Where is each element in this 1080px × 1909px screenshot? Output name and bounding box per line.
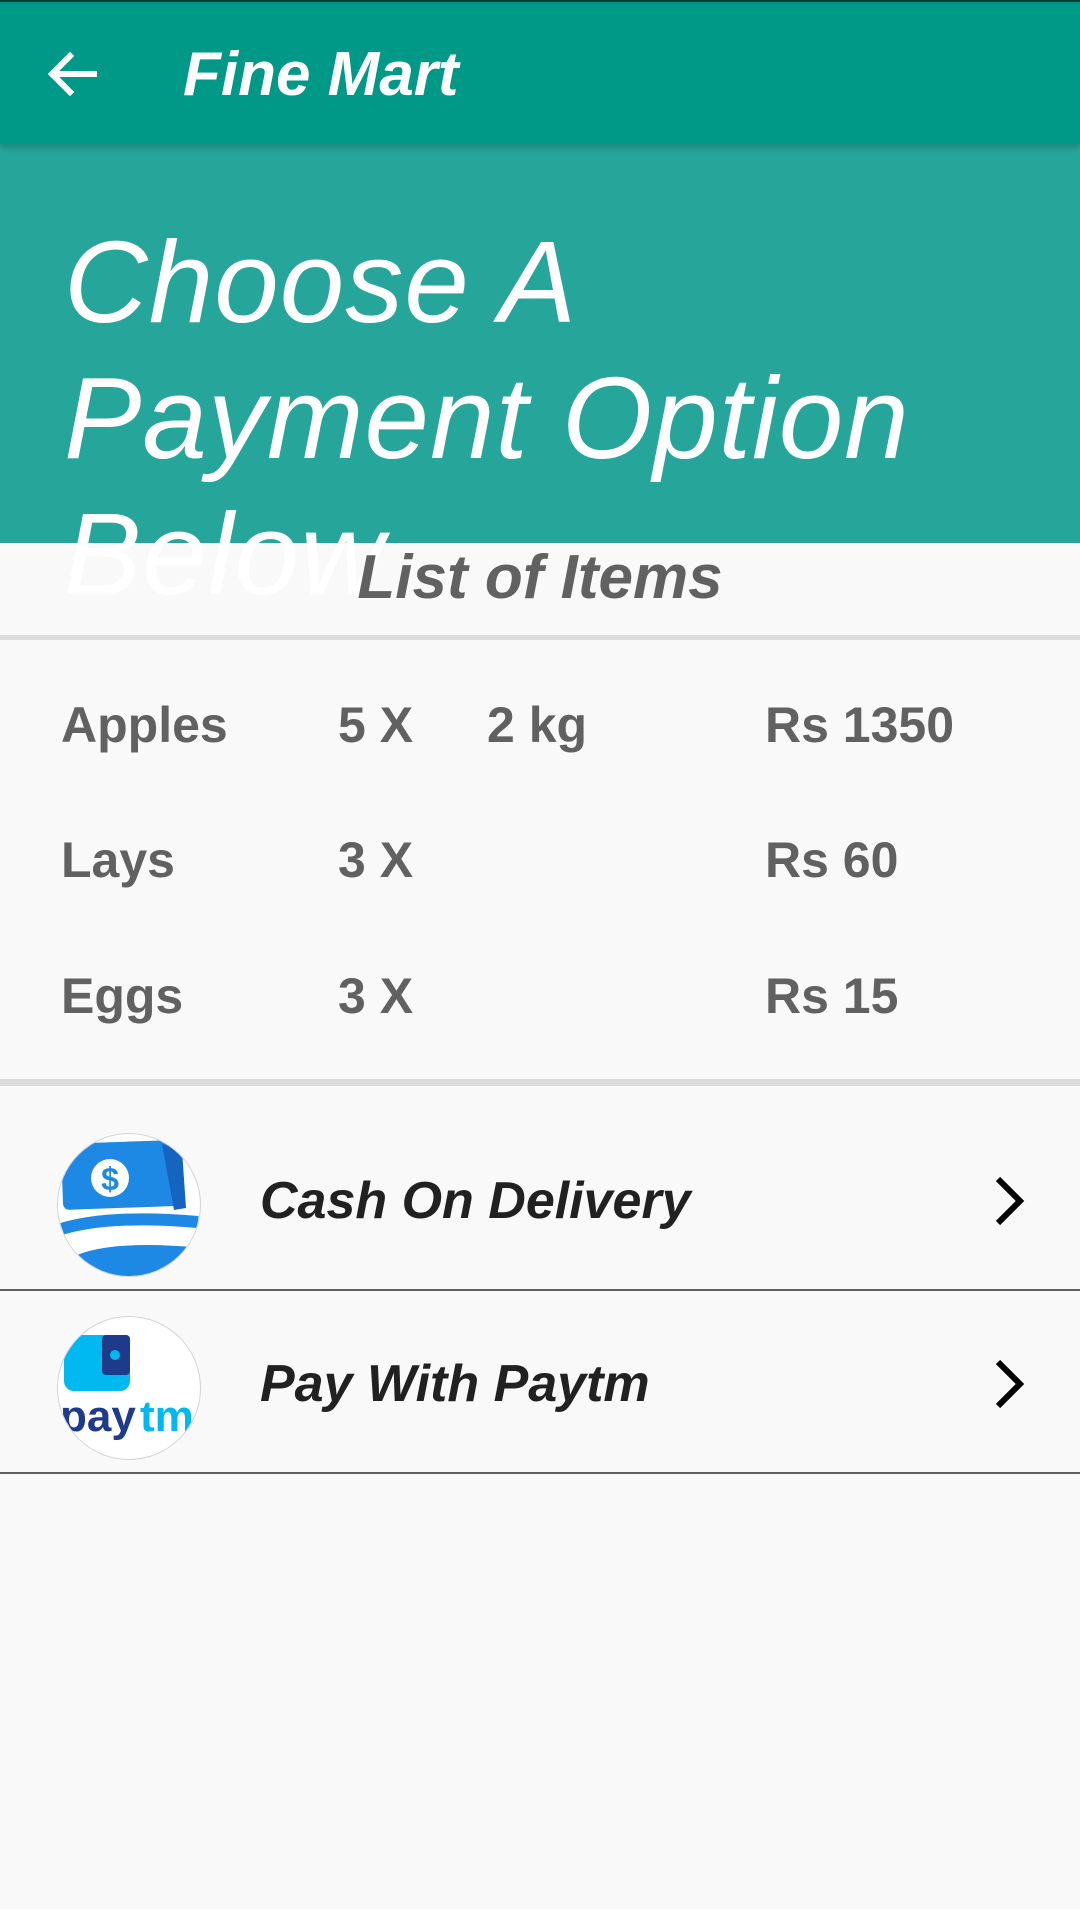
item-quantity: 3 X bbox=[338, 832, 414, 888]
cash-icon: $ bbox=[57, 1133, 201, 1277]
payment-banner: Choose A Payment Option Below bbox=[0, 144, 1080, 619]
app-toolbar: Fine Mart bbox=[0, 0, 1080, 144]
item-weight: 2 kg bbox=[487, 697, 588, 753]
paytm-logo-tm: tm bbox=[140, 1392, 194, 1441]
item-price: Rs 15 bbox=[765, 968, 899, 1024]
cash-on-delivery-option[interactable]: $ Cash On Delivery bbox=[0, 1111, 1080, 1291]
item-row: Apples 5 X 2 kg Rs 1350 bbox=[0, 685, 1080, 765]
paytm-logo-icon: pay tm bbox=[57, 1316, 201, 1460]
svg-text:$: $ bbox=[101, 1161, 119, 1197]
item-price: Rs 1350 bbox=[765, 697, 955, 753]
toolbar-title: Fine Mart bbox=[183, 40, 459, 109]
item-price: Rs 60 bbox=[765, 832, 899, 888]
divider bbox=[0, 1079, 1080, 1086]
back-button[interactable] bbox=[30, 32, 114, 116]
item-name: Apples bbox=[61, 697, 228, 753]
item-quantity: 3 X bbox=[338, 968, 414, 1024]
chevron-right-icon bbox=[995, 1359, 1025, 1409]
cash-on-delivery-label: Cash On Delivery bbox=[260, 1172, 691, 1230]
arrow-left-icon bbox=[47, 51, 97, 97]
items-list-heading: List of Items bbox=[357, 543, 723, 612]
divider bbox=[0, 635, 1080, 640]
paytm-label: Pay With Paytm bbox=[260, 1355, 650, 1413]
item-row: Eggs 3 X Rs 15 bbox=[0, 956, 1080, 1036]
paytm-option[interactable]: pay tm Pay With Paytm bbox=[0, 1294, 1080, 1474]
chevron-right-icon bbox=[995, 1176, 1025, 1226]
item-row: Lays 3 X Rs 60 bbox=[0, 820, 1080, 900]
item-quantity: 5 X bbox=[338, 697, 414, 753]
item-name: Eggs bbox=[61, 968, 184, 1024]
paytm-logo-pay: pay bbox=[60, 1392, 136, 1441]
item-name: Lays bbox=[61, 832, 175, 888]
